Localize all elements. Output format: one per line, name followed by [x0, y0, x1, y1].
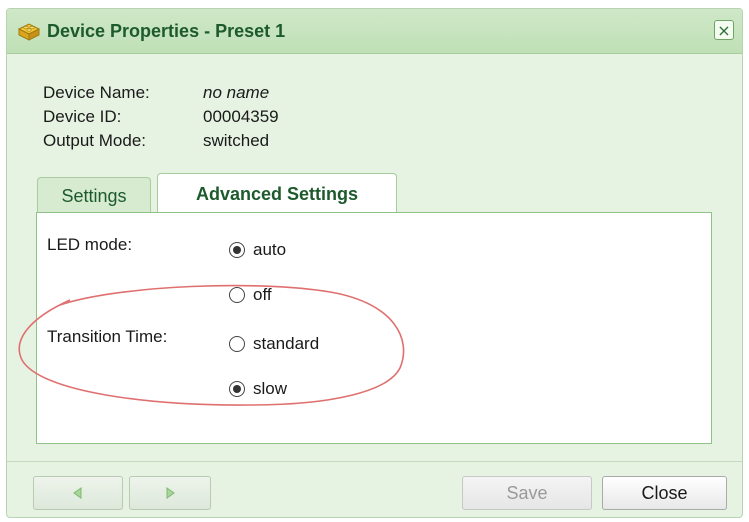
device-id-value: 00004359: [203, 107, 279, 126]
device-name-row: Device Name: no name: [43, 81, 279, 105]
device-name-value: no name: [203, 83, 270, 102]
output-mode-row: Output Mode: switched: [43, 129, 279, 153]
device-icon: [17, 23, 41, 41]
next-button[interactable]: [129, 476, 211, 510]
output-mode-label: Output Mode:: [43, 131, 147, 150]
led-mode-auto-label: auto: [253, 240, 287, 259]
led-mode-auto-radio[interactable]: [229, 242, 245, 258]
transition-time-label: Transition Time:: [47, 327, 168, 346]
output-mode-value: switched: [203, 131, 270, 150]
dialog-title: Device Properties - Preset 1: [47, 21, 286, 41]
close-button[interactable]: Close: [602, 476, 727, 510]
led-mode-off-option[interactable]: off: [229, 285, 272, 305]
close-icon[interactable]: ×: [714, 20, 734, 40]
tab-settings[interactable]: Settings: [37, 177, 151, 213]
save-button[interactable]: Save: [462, 476, 592, 510]
device-name-label: Device Name:: [43, 83, 150, 102]
device-id-label: Device ID:: [43, 107, 122, 126]
led-mode-auto-option[interactable]: auto: [229, 240, 286, 260]
device-id-row: Device ID: 00004359: [43, 105, 279, 129]
transition-slow-option[interactable]: slow: [229, 379, 287, 399]
device-properties-dialog: Device Properties - Preset 1 × Device Na…: [6, 8, 743, 518]
device-info: Device Name: no name Device ID: 00004359…: [43, 81, 279, 153]
arrow-left-icon: [73, 487, 82, 499]
transition-standard-radio[interactable]: [229, 336, 245, 352]
advanced-settings-panel: LED mode: auto off Transition Time: stan…: [36, 212, 712, 444]
previous-button[interactable]: [33, 476, 123, 510]
arrow-right-icon: [166, 487, 175, 499]
led-mode-off-radio[interactable]: [229, 287, 245, 303]
transition-slow-radio[interactable]: [229, 381, 245, 397]
transition-slow-label: slow: [253, 379, 288, 398]
led-mode-off-label: off: [253, 285, 272, 304]
title-bar[interactable]: Device Properties - Preset 1 ×: [7, 9, 742, 54]
tab-advanced-settings[interactable]: Advanced Settings: [157, 173, 397, 214]
transition-standard-option[interactable]: standard: [229, 334, 319, 354]
transition-standard-label: standard: [253, 334, 320, 353]
footer-divider: [7, 461, 742, 462]
led-mode-label: LED mode:: [47, 235, 133, 254]
